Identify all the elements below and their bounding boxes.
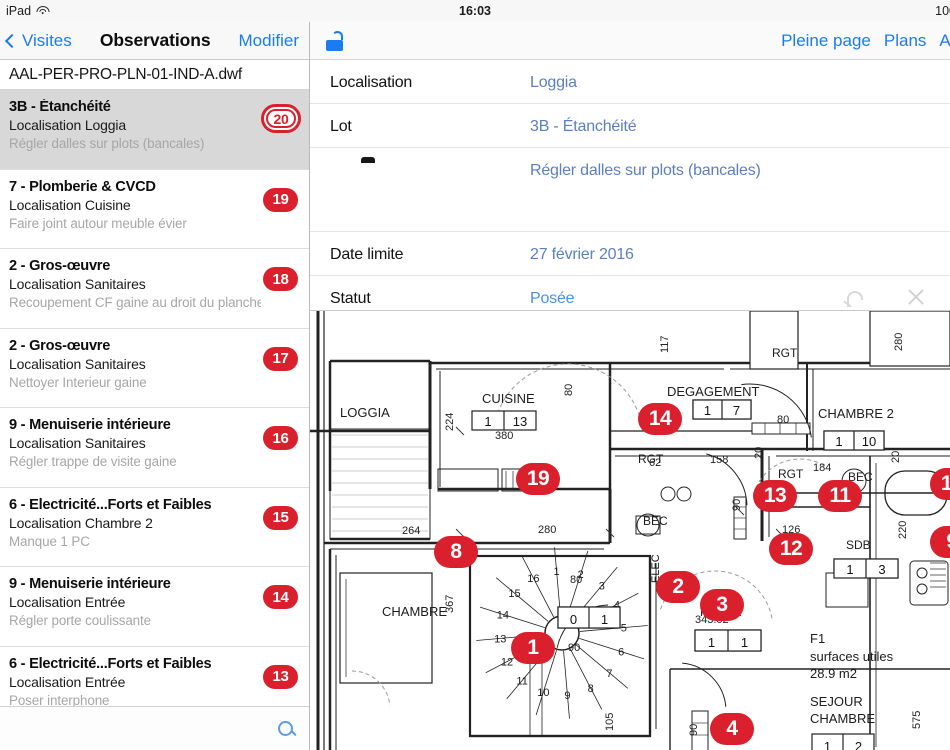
observation-badge: 14 <box>263 585 298 609</box>
detail-value-statut: Posée <box>530 290 575 307</box>
observation-list-item[interactable]: 3B - Étanchéité Localisation Loggia Régler… <box>0 90 309 170</box>
observation-description: Manque 1 PC <box>9 533 90 549</box>
detail-row-actions <box>844 287 926 307</box>
detail-value-date-limite: 27 février 2016 <box>530 246 634 263</box>
detail-panel: Pleine page Plans Ajo Localisation Loggia … <box>310 22 950 750</box>
observation-localisation: Localisation Sanitaires <box>9 355 146 372</box>
observation-localisation: Localisation Cuisine <box>9 196 131 213</box>
plan-marker[interactable]: 13 <box>753 480 797 512</box>
observation-badge: 17 <box>263 346 298 371</box>
detail-row-localisation[interactable]: Localisation Loggia <box>310 60 950 104</box>
observation-localisation: Localisation Entrée <box>9 673 126 690</box>
observation-description: Nettoyer Interieur gaine <box>9 374 147 390</box>
detail-label-photo <box>330 148 530 180</box>
undo-icon[interactable] <box>844 288 866 307</box>
detail-value-localisation: Loggia <box>530 74 577 91</box>
status-bar: iPad 16:03 100 <box>0 0 950 22</box>
observation-list-item[interactable]: 2 - Gros-œuvre Localisation Sanitaires Rec… <box>0 249 309 329</box>
status-bar-battery: 100 <box>935 4 950 18</box>
observation-localisation: Localisation Sanitaires <box>9 276 146 292</box>
observation-localisation: Localisation Sanitaires <box>9 435 146 451</box>
back-label: Visites <box>22 30 72 50</box>
app-root: iPad 16:03 100 Visites Observations Modi… <box>0 0 950 750</box>
plan-marker[interactable]: 2 <box>656 571 700 603</box>
observation-badge: 19 <box>263 187 298 212</box>
observation-badge: 15 <box>263 505 298 530</box>
search-icon[interactable] <box>278 721 293 736</box>
observation-description: Régler porte coulissante <box>9 613 152 628</box>
observation-badge: 13 <box>263 664 298 689</box>
close-icon[interactable] <box>906 287 926 307</box>
observation-description: Faire joint autour meuble évier <box>9 215 187 231</box>
observations-panel: Visites Observations Modifier AAL-PER-PR… <box>0 22 310 750</box>
observation-list-item[interactable]: 7 - Plomberie & CVCD Localisation Cuisine… <box>0 169 309 249</box>
observation-badge: 18 <box>263 267 298 291</box>
plan-marker[interactable]: 11 <box>818 480 862 512</box>
file-name-row[interactable]: AAL-PER-PRO-PLN-01-IND-A.dwf <box>0 60 309 90</box>
plan-marker[interactable]: 9 <box>930 526 950 558</box>
observation-lot: 9 - Menuiserie intérieure <box>9 576 171 592</box>
left-nav-bar: Visites Observations Modifier <box>0 22 309 60</box>
detail-label-date-limite: Date limite <box>330 246 404 263</box>
observation-localisation: Localisation Entrée <box>9 594 126 610</box>
observation-list-item[interactable]: 9 - Menuiserie intérieure Localisation Sa… <box>0 408 309 488</box>
observations-list[interactable]: 3B - Étanchéité Localisation Loggia Régler… <box>0 90 309 706</box>
detail-value-description: Régler dalles sur plots (bancales) <box>530 162 761 179</box>
right-nav-action-0[interactable]: Pleine page <box>781 31 871 51</box>
observation-list-item[interactable]: 6 - Electricité...Forts et Faibles Locali… <box>0 646 309 707</box>
detail-label-statut: Statut <box>330 290 371 307</box>
observation-list-item[interactable]: 2 - Gros-œuvre Localisation Sanitaires Net… <box>0 328 309 408</box>
plan-marker[interactable]: 1x <box>930 468 950 500</box>
detail-value-lot: 3B - Étanchéité <box>530 118 637 135</box>
detail-row-description[interactable]: Régler dalles sur plots (bancales) <box>310 148 950 232</box>
plan-marker[interactable]: 14 <box>638 403 682 435</box>
left-bottom-toolbar <box>0 706 309 750</box>
observation-list-item[interactable]: 9 - Menuiserie intérieure Localisation En… <box>0 567 309 647</box>
back-to-visites-button[interactable]: Visites <box>4 31 72 51</box>
observation-description: Poser interphone <box>9 692 110 707</box>
observation-lot: 6 - Electricité...Forts et Faibles <box>9 655 212 672</box>
observation-description: Recoupement CF gaine au droit du planche… <box>9 295 261 310</box>
observation-badge: 16 <box>263 426 298 450</box>
plan-marker[interactable]: 4 <box>710 713 754 745</box>
observation-lot: 9 - Menuiserie intérieure <box>9 417 171 433</box>
plan-marker[interactable]: 19 <box>516 463 560 495</box>
observation-lot: 2 - Gros-œuvre <box>9 258 111 274</box>
unlock-icon[interactable] <box>326 30 343 51</box>
status-bar-time: 16:03 <box>459 4 491 18</box>
plan-markers-layer: 20141913111x12982314 <box>310 311 950 750</box>
floor-plan-viewer[interactable]: 1 2 3 4 5 6 7 8 9 10 11 12 13 14 15 16 LOGGIA CUISINE DEGA… <box>310 310 950 750</box>
plan-marker[interactable]: 1 <box>511 632 555 664</box>
observation-localisation: Localisation Loggia <box>9 117 127 133</box>
right-nav-action-2[interactable]: Ajo <box>939 31 950 51</box>
detail-label-localisation: Localisation <box>330 74 413 91</box>
plan-marker[interactable]: 3 <box>700 589 744 621</box>
page-title: Observations <box>99 30 211 50</box>
right-nav-action-1[interactable]: Plans <box>884 31 927 51</box>
observation-localisation: Localisation Chambre 2 <box>9 514 153 531</box>
edit-button[interactable]: Modifier <box>239 31 299 51</box>
observation-lot: 7 - Plomberie & CVCD <box>9 178 156 195</box>
observation-description: Régler trappe de visite gaine <box>9 454 177 469</box>
detail-row-lot[interactable]: Lot 3B - Étanchéité <box>310 104 950 148</box>
observation-badge-selected: 20 <box>261 104 301 133</box>
observation-description: Régler dalles sur plots (bancales) <box>9 136 205 151</box>
observation-lot: 6 - Electricité...Forts et Faibles <box>9 496 212 513</box>
observation-detail: Localisation Loggia Lot 3B - Étanchéité … <box>310 60 950 320</box>
observation-lot: 2 - Gros-œuvre <box>9 337 111 354</box>
observation-lot: 3B - Étanchéité <box>9 99 111 115</box>
plan-marker[interactable]: 12 <box>769 533 813 565</box>
detail-row-date-limite[interactable]: Date limite 27 février 2016 <box>310 232 950 276</box>
right-nav-bar: Pleine page Plans Ajo <box>310 22 950 60</box>
chevron-left-icon <box>4 33 20 48</box>
observation-list-item[interactable]: 6 - Electricité...Forts et Faibles Locali… <box>0 487 309 567</box>
right-nav-actions: Pleine page Plans Ajo <box>781 31 950 51</box>
plan-marker[interactable]: 8 <box>434 536 478 568</box>
file-name-label: AAL-PER-PRO-PLN-01-IND-A.dwf <box>9 65 242 83</box>
detail-label-lot: Lot <box>330 118 352 135</box>
